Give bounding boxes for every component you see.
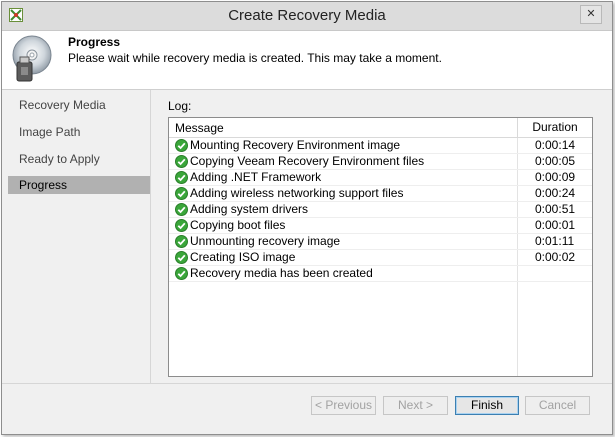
log-duration: 0:00:51 [535, 202, 576, 216]
log-row[interactable]: Copying boot files 0:00:01 [169, 218, 592, 234]
step-title: Progress [68, 35, 121, 49]
log-row[interactable]: Unmounting recovery image 0:01:11 [169, 234, 592, 250]
step-image-path[interactable]: Image Path [8, 123, 150, 141]
success-check-icon [175, 171, 188, 184]
log-message: Adding system drivers [190, 202, 309, 216]
wizard-steps-sidebar: Recovery Media Image Path Ready to Apply… [2, 90, 151, 383]
next-button[interactable]: Next > [383, 396, 448, 415]
footer-divider [2, 383, 612, 384]
log-message: Unmounting recovery image [190, 234, 341, 248]
log-row[interactable]: Copying Veeam Recovery Environment files… [169, 154, 592, 170]
close-button[interactable]: ✕ [580, 5, 602, 24]
step-ready-to-apply[interactable]: Ready to Apply [8, 150, 150, 168]
log-header-row: Message Duration [169, 118, 592, 138]
success-check-icon [175, 203, 188, 216]
message-column-header[interactable]: Message [175, 121, 224, 135]
log-message: Recovery media has been created [190, 266, 373, 280]
log-row[interactable]: Mounting Recovery Environment image 0:00:… [169, 138, 592, 154]
step-description: Please wait while recovery media is crea… [68, 51, 442, 65]
log-duration: 0:00:05 [535, 154, 576, 168]
log-row[interactable]: Recovery media has been created [169, 266, 592, 282]
log-duration: 0:00:09 [535, 170, 576, 184]
cancel-button[interactable]: Cancel [525, 396, 590, 415]
success-check-icon [175, 251, 188, 264]
log-list[interactable]: Message Duration Mounting Recovery Envir… [168, 117, 593, 377]
log-message: Creating ISO image [190, 250, 296, 264]
log-body: Mounting Recovery Environment image 0:00:… [169, 138, 592, 376]
log-duration: 0:00:24 [535, 186, 576, 200]
log-duration: 0:01:11 [535, 234, 575, 248]
close-icon: ✕ [586, 8, 596, 20]
success-check-icon [175, 235, 188, 248]
window-title: Create Recovery Media [228, 7, 386, 24]
create-recovery-media-dialog: Create Recovery Media ✕ Progress Please … [1, 1, 613, 435]
log-row[interactable]: Creating ISO image 0:00:02 [169, 250, 592, 266]
success-check-icon [175, 155, 188, 168]
duration-column-header[interactable]: Duration [517, 118, 592, 137]
success-check-icon [175, 219, 188, 232]
log-message: Mounting Recovery Environment image [190, 138, 401, 152]
log-duration: 0:00:02 [535, 250, 576, 264]
step-progress[interactable]: Progress [8, 176, 150, 194]
title-bar: Create Recovery Media ✕ [2, 2, 612, 31]
success-check-icon [175, 139, 188, 152]
log-label: Log: [168, 99, 192, 113]
log-message: Copying Veeam Recovery Environment files [190, 154, 425, 168]
log-duration: 0:00:01 [535, 218, 576, 232]
success-check-icon [175, 187, 188, 200]
log-message: Copying boot files [190, 218, 286, 232]
log-message: Adding wireless networking support files [190, 186, 404, 200]
step-recovery-media[interactable]: Recovery Media [8, 96, 150, 114]
success-check-icon [175, 267, 188, 280]
log-message: Adding .NET Framework [190, 170, 322, 184]
finish-button[interactable]: Finish [455, 396, 519, 415]
log-row[interactable]: Adding system drivers 0:00:51 [169, 202, 592, 218]
log-duration: 0:00:14 [535, 138, 576, 152]
log-row[interactable]: Adding .NET Framework 0:00:09 [169, 170, 592, 186]
previous-button[interactable]: < Previous [311, 396, 376, 415]
wizard-header: Progress Please wait while recovery medi… [2, 31, 612, 90]
recovery-disc-usb-icon [12, 35, 52, 82]
log-row[interactable]: Adding wireless networking support files… [169, 186, 592, 202]
